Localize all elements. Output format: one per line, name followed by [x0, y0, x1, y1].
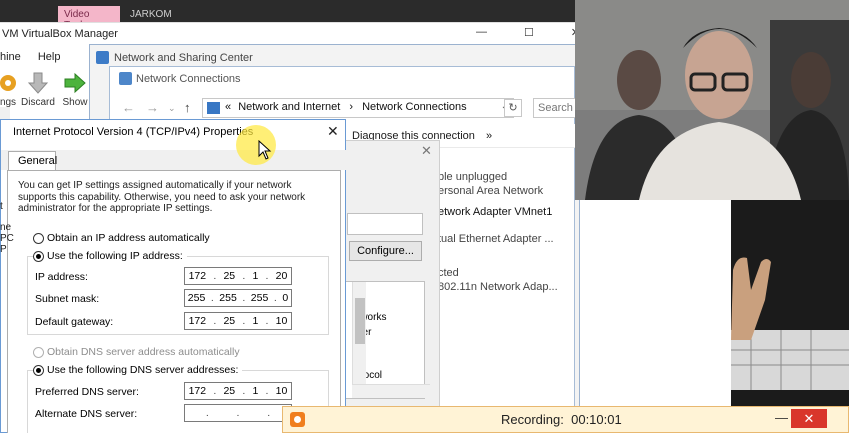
- breadcrumb-network-connections[interactable]: Network Connections: [362, 101, 467, 113]
- top-strip: Video Tools JARKOM: [0, 0, 580, 31]
- navigation-bar: ← → ⌄ ↑ « Network and Internet › Network…: [110, 95, 583, 121]
- control-panel-icon: [207, 102, 220, 114]
- use-following-dns-radio[interactable]: Use the following DNS server addresses:: [33, 364, 243, 376]
- more-commands-button[interactable]: »: [486, 130, 492, 142]
- adapter-type: 802.11n Network Adap...: [438, 281, 558, 293]
- obtain-ip-auto-radio[interactable]: Obtain an IP address automatically: [33, 232, 210, 244]
- back-arrow-icon[interactable]: ←: [122, 100, 135, 115]
- network-icon: [119, 72, 132, 85]
- window-title: Network Connections: [136, 73, 241, 85]
- alternate-dns-label: Alternate DNS server:: [35, 408, 138, 420]
- adapter-properties-window: ✕ Configure... etworks river rotocol: [340, 140, 440, 432]
- close-button[interactable]: ✕: [327, 123, 339, 140]
- recording-status: Recording: 00:10:01: [501, 412, 622, 427]
- default-gateway-label: Default gateway:: [35, 316, 114, 328]
- preferred-dns-label: Preferred DNS server:: [35, 386, 139, 398]
- ipv4-properties-dialog: Internet Protocol Version 4 (TCP/IPv4) P…: [0, 119, 347, 433]
- minimize-button[interactable]: —: [775, 410, 788, 425]
- webcam-overlay: [575, 0, 849, 200]
- maximize-button[interactable]: ☐: [524, 26, 534, 44]
- adapter-type: tual Ethernet Adapter ...: [438, 233, 554, 245]
- radio-indicator: [33, 233, 44, 244]
- forward-arrow-icon[interactable]: →: [146, 100, 159, 115]
- webcam-video-image: [575, 0, 849, 200]
- dialog-title: Internet Protocol Version 4 (TCP/IPv4) P…: [13, 126, 254, 138]
- preferred-dns-field[interactable]: 172. 25. 1. 10: [184, 382, 292, 400]
- horizontal-scrollbar[interactable]: [352, 384, 430, 398]
- adapter-status: ble unplugged: [438, 171, 508, 183]
- alternate-dns-field[interactable]: ...: [184, 404, 292, 422]
- radio-indicator: [33, 347, 44, 358]
- use-following-ip-radio[interactable]: Use the following IP address:: [33, 250, 187, 262]
- close-button[interactable]: ✕: [791, 409, 827, 428]
- webcam-overlay-secondary: [731, 200, 849, 433]
- tab-video-tools[interactable]: Video Tools: [58, 6, 120, 31]
- webcam-video-image: [731, 200, 849, 433]
- breadcrumb-network-internet[interactable]: Network and Internet: [238, 101, 340, 113]
- window-title: Network and Sharing Center: [114, 52, 253, 64]
- menu-help[interactable]: Help: [38, 51, 61, 63]
- vertical-scrollbar[interactable]: [352, 282, 366, 398]
- window-controls: — ☐ ✕: [476, 26, 580, 44]
- recording-time: 00:10:01: [571, 412, 622, 427]
- vm-list-fragment: t ne PC P: [0, 201, 14, 255]
- subnet-mask-field[interactable]: 255. 255. 255. 0: [184, 289, 292, 307]
- network-icon: [96, 51, 109, 64]
- tab-jarkom[interactable]: JARKOM: [122, 6, 180, 22]
- up-arrow-icon[interactable]: ↑: [184, 100, 191, 115]
- radio-indicator: [33, 251, 44, 262]
- info-text: You can get IP settings assigned automat…: [18, 180, 306, 214]
- adapter-name[interactable]: etwork Adapter VMnet1: [438, 206, 552, 218]
- address-bar[interactable]: « Network and Internet › Network Connect…: [202, 98, 514, 118]
- adapter-status: cted: [438, 267, 459, 279]
- chevron-down-icon[interactable]: ⌄: [168, 103, 176, 114]
- record-icon: [290, 412, 305, 427]
- menu-machine[interactable]: hine: [0, 51, 21, 63]
- close-icon[interactable]: ✕: [421, 143, 432, 159]
- ip-address-label: IP address:: [35, 271, 88, 283]
- refresh-button[interactable]: ↻: [504, 99, 522, 117]
- arrow-right-icon: [64, 72, 86, 94]
- subnet-mask-label: Subnet mask:: [35, 293, 100, 305]
- arrow-down-icon: [27, 72, 49, 94]
- window-title: VM VirtualBox Manager: [2, 28, 118, 40]
- ip-address-field[interactable]: 172. 25. 1. 20: [184, 267, 292, 285]
- gear-icon: [0, 75, 16, 91]
- menu-bar: hine Help: [0, 51, 74, 63]
- discard-button[interactable]: Discard: [18, 71, 58, 108]
- configure-button[interactable]: Configure...: [349, 241, 422, 261]
- tab-general[interactable]: General: [8, 151, 57, 171]
- connect-using-field: [347, 213, 423, 235]
- minimize-button[interactable]: —: [476, 26, 487, 44]
- scrollbar-thumb[interactable]: [355, 298, 365, 344]
- obtain-dns-auto-radio[interactable]: Obtain DNS server address automatically: [33, 346, 240, 358]
- tab-strip: General: [1, 150, 347, 171]
- mouse-cursor-icon: [258, 140, 272, 160]
- adapter-type: ersonal Area Network: [438, 185, 544, 197]
- items-list[interactable]: etworks river rotocol: [345, 281, 430, 399]
- recording-toolbar: Recording: 00:10:01 — ✕: [282, 406, 849, 433]
- default-gateway-field[interactable]: 172. 25. 1. 10: [184, 312, 292, 330]
- radio-indicator: [33, 365, 44, 376]
